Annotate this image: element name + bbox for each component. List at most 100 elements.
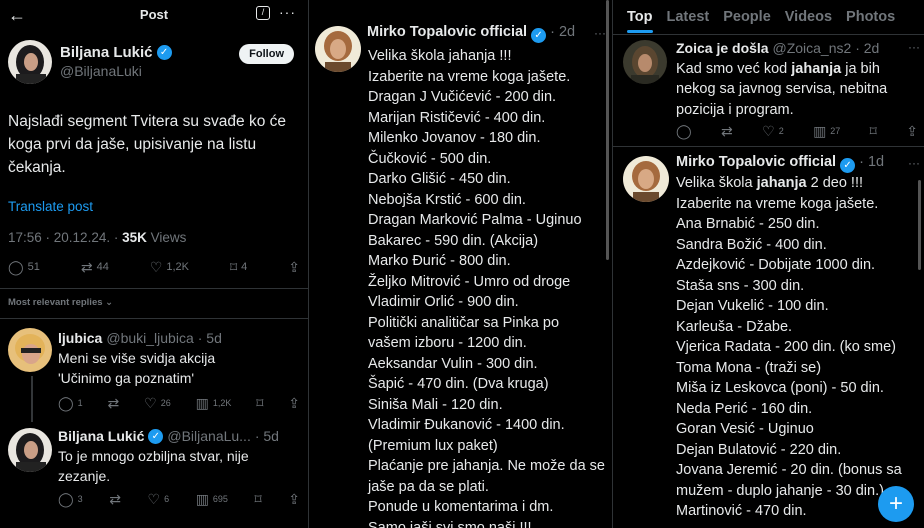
share-icon: ⇪: [906, 123, 918, 139]
reply-item[interactable]: Biljana Lukić ✓ @BiljanaLu... · 5d To je…: [58, 426, 300, 486]
tab-top[interactable]: Top: [627, 9, 653, 33]
verified-badge-icon: ✓: [156, 45, 172, 60]
views-button[interactable]: ▥ 1,2K: [196, 396, 232, 410]
views-label: Views: [146, 230, 187, 245]
tweet-line: Miša iz Leskovca (poni) - 50 din.: [676, 380, 884, 396]
translate-link[interactable]: Translate post: [8, 199, 93, 214]
more-options-icon[interactable]: ···: [279, 4, 296, 20]
verified-badge-icon: ✓: [148, 428, 164, 444]
reply-button[interactable]: ◯: [676, 124, 692, 138]
reply-author-handle[interactable]: @buki_ljubica: [106, 328, 193, 348]
tweet-text: Velika škola jahanja !!! Izaberite na vr…: [368, 46, 608, 528]
share-button[interactable]: ⇪: [288, 260, 300, 274]
post-timestamp[interactable]: 17:56 · 20.12.24. ·: [8, 230, 122, 245]
repost-icon: ⇄: [109, 491, 121, 507]
views-button[interactable]: ▥ 27: [813, 124, 840, 138]
reply-text: Meni se više svidja akcija 'Učinimo ga p…: [58, 350, 216, 386]
author-handle[interactable]: @BiljanaLuki: [60, 63, 172, 79]
like-button[interactable]: ♡ 2: [762, 124, 784, 138]
more-options-icon[interactable]: ···: [908, 40, 920, 54]
like-button[interactable]: ♡ 26: [144, 396, 171, 410]
reply-actions: ◯ 1 ⇄ ♡ 26 ▥ 1,2K ⌑ ⇪: [58, 396, 300, 410]
tweet-line: jaše pa da se plati.: [368, 478, 489, 495]
tab-videos[interactable]: Videos: [785, 9, 832, 25]
tweet-author-name[interactable]: Zoica je došla: [676, 40, 769, 56]
scrollbar[interactable]: [606, 0, 609, 260]
tweet-panel: Mirko Topalovic official ✓ · 2d ··· Veli…: [309, 0, 612, 528]
tweet-time[interactable]: · 2d: [855, 40, 879, 56]
divider: [613, 146, 924, 147]
search-results-panel: Top Latest People Videos Photos Zoica je…: [613, 0, 924, 528]
search-result-tweet[interactable]: Zoica je došla @Zoica_ns2 · 2d Kad smo v…: [676, 38, 920, 120]
reply-button[interactable]: ◯ 51: [8, 260, 40, 274]
tab-photos[interactable]: Photos: [846, 9, 895, 25]
grok-icon[interactable]: /: [256, 6, 270, 20]
bookmark-button[interactable]: ⌑: [870, 124, 877, 138]
avatar[interactable]: [8, 328, 52, 372]
tweet-author-handle[interactable]: @Zoica_ns2: [772, 40, 851, 56]
post-meta: 17:56 · 20.12.24. · 35K Views: [8, 230, 186, 245]
repost-button[interactable]: ⇄: [721, 124, 733, 138]
tweet-line: Izaberite na vreme koga jašete.: [676, 195, 879, 212]
tweet-line: Toma Mona - (traži se): [676, 359, 822, 376]
reply-author-name[interactable]: ljubica: [58, 328, 102, 348]
reply-time[interactable]: · 5d: [255, 426, 279, 446]
tweet-author-name[interactable]: Mirko Topalovic official: [367, 24, 527, 40]
tweet-line: Vladimir Đukanović - 1400 din.: [368, 417, 565, 433]
share-button[interactable]: ⇪: [906, 124, 918, 138]
reply-button[interactable]: ◯ 3: [58, 492, 83, 506]
divider: [0, 288, 308, 289]
avatar[interactable]: [623, 156, 669, 202]
tweet-line: Politički analitičar sa Pinka po: [368, 314, 560, 331]
tweet-line: Ponude u komentarima i dm.: [368, 499, 554, 515]
share-icon: ⇪: [288, 491, 300, 507]
tab-latest[interactable]: Latest: [667, 9, 710, 25]
views-icon: ▥: [195, 491, 209, 507]
bookmark-button[interactable]: ⌑ 4: [230, 260, 247, 274]
tweet-time[interactable]: · 1d: [859, 154, 884, 170]
tab-people[interactable]: People: [723, 9, 771, 25]
bookmark-button[interactable]: ⌑: [256, 396, 263, 410]
share-button[interactable]: ⇪: [288, 492, 300, 506]
repost-button[interactable]: ⇄: [109, 492, 121, 506]
author-name[interactable]: Biljana Lukić: [60, 44, 153, 61]
reply-author-handle[interactable]: @BiljanaLu...: [167, 426, 250, 446]
repost-button[interactable]: ⇄ 44: [81, 260, 109, 274]
reply-item[interactable]: ljubica @buki_ljubica · 5d Meni se više …: [58, 328, 300, 388]
avatar[interactable]: [8, 40, 52, 84]
repost-icon: ⇄: [107, 395, 120, 411]
tweet-line: Sandra Božić - 400 din.: [676, 236, 827, 253]
more-options-icon[interactable]: ···: [594, 26, 606, 40]
reply-text: To je mnogo ozbiljna stvar, nije zezanje…: [58, 448, 249, 484]
scrollbar[interactable]: [918, 180, 921, 270]
bookmark-icon: ⌑: [229, 259, 238, 275]
tweet-time[interactable]: · 2d: [550, 24, 575, 40]
bookmark-icon: ⌑: [254, 491, 262, 507]
tweet-line: Dejan Vukelić - 100 din.: [676, 298, 829, 314]
post-detail-panel: ← Post / ··· Biljana Lukić ✓ @BiljanaLuk…: [0, 0, 308, 528]
divider: [613, 34, 924, 35]
repost-button[interactable]: ⇄: [108, 396, 120, 410]
replies-sort-dropdown[interactable]: Most relevant replies ⌄: [8, 297, 113, 308]
tweet-author-name[interactable]: Mirko Topalovic official: [676, 154, 836, 170]
reply-icon: ◯: [676, 123, 692, 139]
heart-icon: ♡: [147, 491, 161, 507]
avatar[interactable]: [623, 40, 667, 84]
share-button[interactable]: ⇪: [288, 396, 300, 410]
repost-icon: ⇄: [80, 259, 93, 275]
compose-button[interactable]: +: [878, 486, 914, 522]
bookmark-button[interactable]: ⌑: [255, 492, 262, 506]
avatar[interactable]: [315, 26, 361, 72]
search-result-tweet[interactable]: Mirko Topalovic official ✓ · 1d Velika š…: [676, 152, 920, 522]
like-button[interactable]: ♡ 6: [148, 492, 170, 506]
tweet-line: Velika škola jahanja 2 deo !!!: [676, 175, 864, 191]
like-button[interactable]: ♡ 1,2K: [150, 260, 189, 274]
reply-button[interactable]: ◯ 1: [58, 396, 83, 410]
avatar[interactable]: [8, 428, 52, 472]
post-actions: ◯ 51 ⇄ 44 ♡ 1,2K ⌑ 4 ⇪: [8, 260, 300, 274]
reply-author-name[interactable]: Biljana Lukić: [58, 426, 144, 446]
follow-button[interactable]: Follow: [239, 44, 294, 64]
views-button[interactable]: ▥ 695: [196, 492, 228, 506]
tweet-text: Kad smo već kod jahanja ja bih nekog sa …: [676, 60, 888, 118]
reply-time[interactable]: · 5d: [198, 328, 222, 348]
